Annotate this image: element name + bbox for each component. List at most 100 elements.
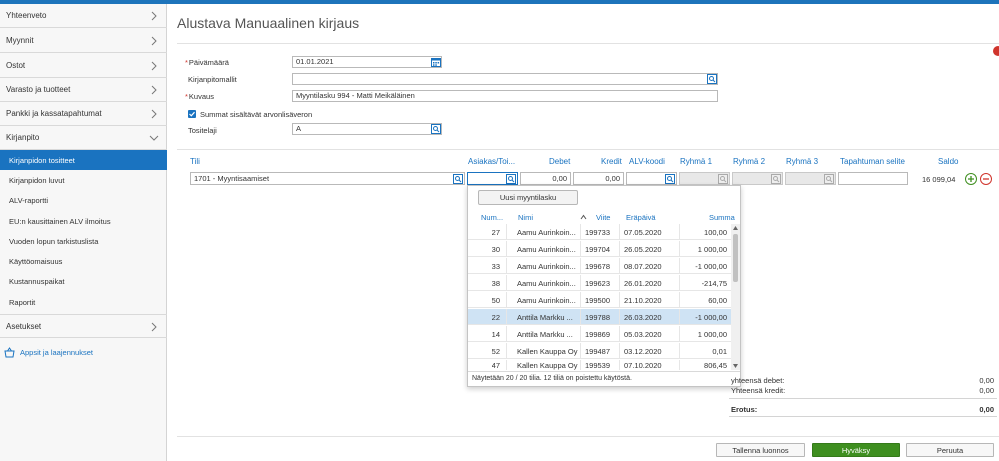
dd-header-name[interactable]: Nimi (518, 213, 533, 222)
dd-header-number[interactable]: Num... (481, 213, 503, 222)
sidebar-subitem-reports[interactable]: Raportit (0, 292, 167, 312)
account-cell[interactable]: 1701 - Myyntisaamiset (190, 172, 465, 185)
sidebar-item-summary[interactable]: Yhteenveto (0, 4, 167, 28)
remove-row-button[interactable] (980, 173, 992, 185)
sidebar-item-purchases[interactable]: Ostot (0, 54, 167, 78)
table-row[interactable]: 52 Kallen Kauppa Oy 199487 03.12.2020 0,01 (468, 343, 731, 359)
cell-number: 14 (491, 330, 500, 339)
total-credit-label: Yhteensä kredit: (731, 386, 786, 395)
table-row[interactable]: 50 Aamu Aurinkoin... 199500 21.10.2020 60,00 (468, 292, 731, 308)
vat-included-checkbox[interactable] (188, 110, 196, 118)
sidebar-item-label: EU:n kausittainen ALV ilmoitus (9, 216, 111, 226)
scroll-down-icon[interactable] (733, 364, 738, 368)
dd-header-due[interactable]: Eräpäivä (626, 213, 656, 222)
sidebar-apps-link[interactable]: Appsit ja laajennukset (0, 340, 167, 364)
difference-label: Erotus: (731, 405, 758, 414)
chevron-right-icon (151, 36, 157, 46)
cell-number: 50 (491, 296, 500, 305)
divider (729, 416, 997, 417)
voucher-type-label: Tositelaji (188, 126, 217, 135)
approve-button[interactable]: Hyväksy (812, 443, 900, 457)
table-row[interactable]: 14 Anttila Markku ... 199869 05.03.2020 1 00… (468, 326, 731, 342)
cancel-button[interactable]: Peruuta (906, 443, 994, 457)
cell-number: 47 (491, 361, 500, 370)
sidebar-item-label: Varasto ja tuotteet (6, 85, 71, 94)
col-header-group3[interactable]: Ryhmä 3 (786, 157, 818, 166)
scroll-up-icon[interactable] (733, 226, 738, 230)
divider (177, 436, 999, 437)
vat-included-label: Summat sisältävät arvonlisäveron (200, 110, 313, 119)
sidebar-subitem-cost-centers[interactable]: Kustannuspaikat (0, 271, 167, 291)
voucher-type-input[interactable]: A (292, 123, 442, 135)
dd-scrollbar-thumb[interactable] (733, 234, 738, 282)
lookup-icon[interactable] (453, 174, 463, 184)
lookup-icon[interactable] (506, 174, 516, 184)
table-row[interactable]: 27 Aamu Aurinkoin... 199733 07.05.2020 100,0… (468, 224, 731, 240)
col-header-balance[interactable]: Saldo (938, 157, 958, 166)
divider (729, 398, 997, 399)
divider (177, 43, 999, 44)
col-header-group2[interactable]: Ryhmä 2 (733, 157, 765, 166)
lookup-icon[interactable] (707, 74, 717, 84)
description-label: *Kuvaus (185, 92, 214, 101)
cell-reference: 199623 (585, 279, 611, 288)
cell-name: Aamu Aurinkoin... (517, 279, 576, 288)
lookup-icon[interactable] (665, 174, 675, 184)
required-marker: * (185, 92, 188, 101)
sidebar-subitem-vouchers[interactable]: Kirjanpidon tositteet (0, 150, 167, 170)
table-row[interactable]: 33 Aamu Aurinkoin... 199678 08.07.2020 -1 00… (468, 258, 731, 274)
new-sales-invoice-button[interactable]: Uusi myyntilasku (478, 190, 578, 205)
notification-badge[interactable] (993, 46, 999, 56)
cell-reference: 199500 (585, 296, 611, 305)
col-header-customer[interactable]: Asiakas/Toi... (468, 157, 515, 166)
debit-cell[interactable]: 0,00 (520, 172, 571, 185)
event-cell[interactable] (838, 172, 908, 185)
sidebar-item-label: Kirjanpidon luvut (9, 175, 65, 185)
cell-name: Kallen Kauppa Oy (517, 347, 578, 356)
sidebar-subitem-figures[interactable]: Kirjanpidon luvut (0, 170, 167, 190)
minus-icon (983, 178, 989, 180)
sidebar-subitem-vat-report[interactable]: ALV-raportti (0, 190, 167, 210)
dd-header-amount[interactable]: Summa (709, 213, 735, 222)
cell-number: 52 (491, 347, 500, 356)
table-row[interactable]: 47 Kallen Kauppa Oy 199539 07.10.2020 806,45 (468, 360, 731, 370)
table-row-selected[interactable]: 22 Anttila Markku ... 199788 26.03.2020 -1 0… (468, 309, 731, 325)
lookup-icon (824, 174, 834, 184)
dd-footer-status: Näytetään 20 / 20 tilia. 12 tiliä on poi… (468, 371, 740, 386)
sidebar-subitem-fixed-assets[interactable]: Käyttöomaisuus (0, 251, 167, 271)
sidebar-subitem-eu-vat[interactable]: EU:n kausittainen ALV ilmoitus (0, 211, 167, 231)
col-header-account[interactable]: Tili (190, 157, 200, 166)
sidebar-subitem-year-end[interactable]: Vuoden lopun tarkistuslista (0, 231, 167, 251)
dd-scrollbar[interactable] (731, 224, 740, 370)
cell-amount: -1 000,00 (695, 313, 727, 322)
calendar-icon[interactable] (431, 57, 441, 67)
customer-dropdown[interactable]: Uusi myyntilasku Num... Nimi Viite Eräpä… (467, 185, 741, 387)
sidebar-item-settings[interactable]: Asetukset (0, 314, 167, 338)
cell-name: Kallen Kauppa Oy (517, 361, 578, 370)
add-row-button[interactable] (965, 173, 977, 185)
sidebar-item-inventory[interactable]: Varasto ja tuotteet (0, 78, 167, 102)
cell-amount: 1 000,00 (697, 330, 727, 339)
cell-amount: 100,00 (704, 228, 727, 237)
table-row[interactable]: 30 Aamu Aurinkoin... 199704 26.05.2020 1 000… (468, 241, 731, 257)
lookup-icon[interactable] (431, 124, 441, 134)
credit-cell[interactable]: 0,00 (573, 172, 624, 185)
sidebar-item-bank[interactable]: Pankki ja kassatapahtumat (0, 102, 167, 126)
table-row[interactable]: 38 Aamu Aurinkoin... 199623 26.01.2020 -214,… (468, 275, 731, 291)
basket-icon (4, 346, 15, 357)
sidebar-item-sales[interactable]: Myynnit (0, 29, 167, 53)
sidebar-item-label: Yhteenveto (6, 11, 47, 20)
save-draft-button[interactable]: Tallenna luonnos (716, 443, 805, 457)
col-header-credit[interactable]: Kredit (601, 157, 622, 166)
chevron-right-icon (151, 85, 157, 95)
date-input[interactable]: 01.01.2021 (292, 56, 442, 68)
col-header-event[interactable]: Tapahtuman selite (840, 157, 905, 166)
description-input[interactable]: Myyntilasku 994 - Matti Meikäläinen (292, 90, 718, 102)
sidebar-item-accounting[interactable]: Kirjanpito (0, 126, 167, 150)
col-header-vat[interactable]: ALV-koodi (629, 157, 665, 166)
cell-due: 08.07.2020 (624, 262, 662, 271)
col-header-debit[interactable]: Debet (549, 157, 570, 166)
template-input[interactable] (292, 73, 718, 85)
dd-header-reference[interactable]: Viite (596, 213, 610, 222)
col-header-group1[interactable]: Ryhmä 1 (680, 157, 712, 166)
